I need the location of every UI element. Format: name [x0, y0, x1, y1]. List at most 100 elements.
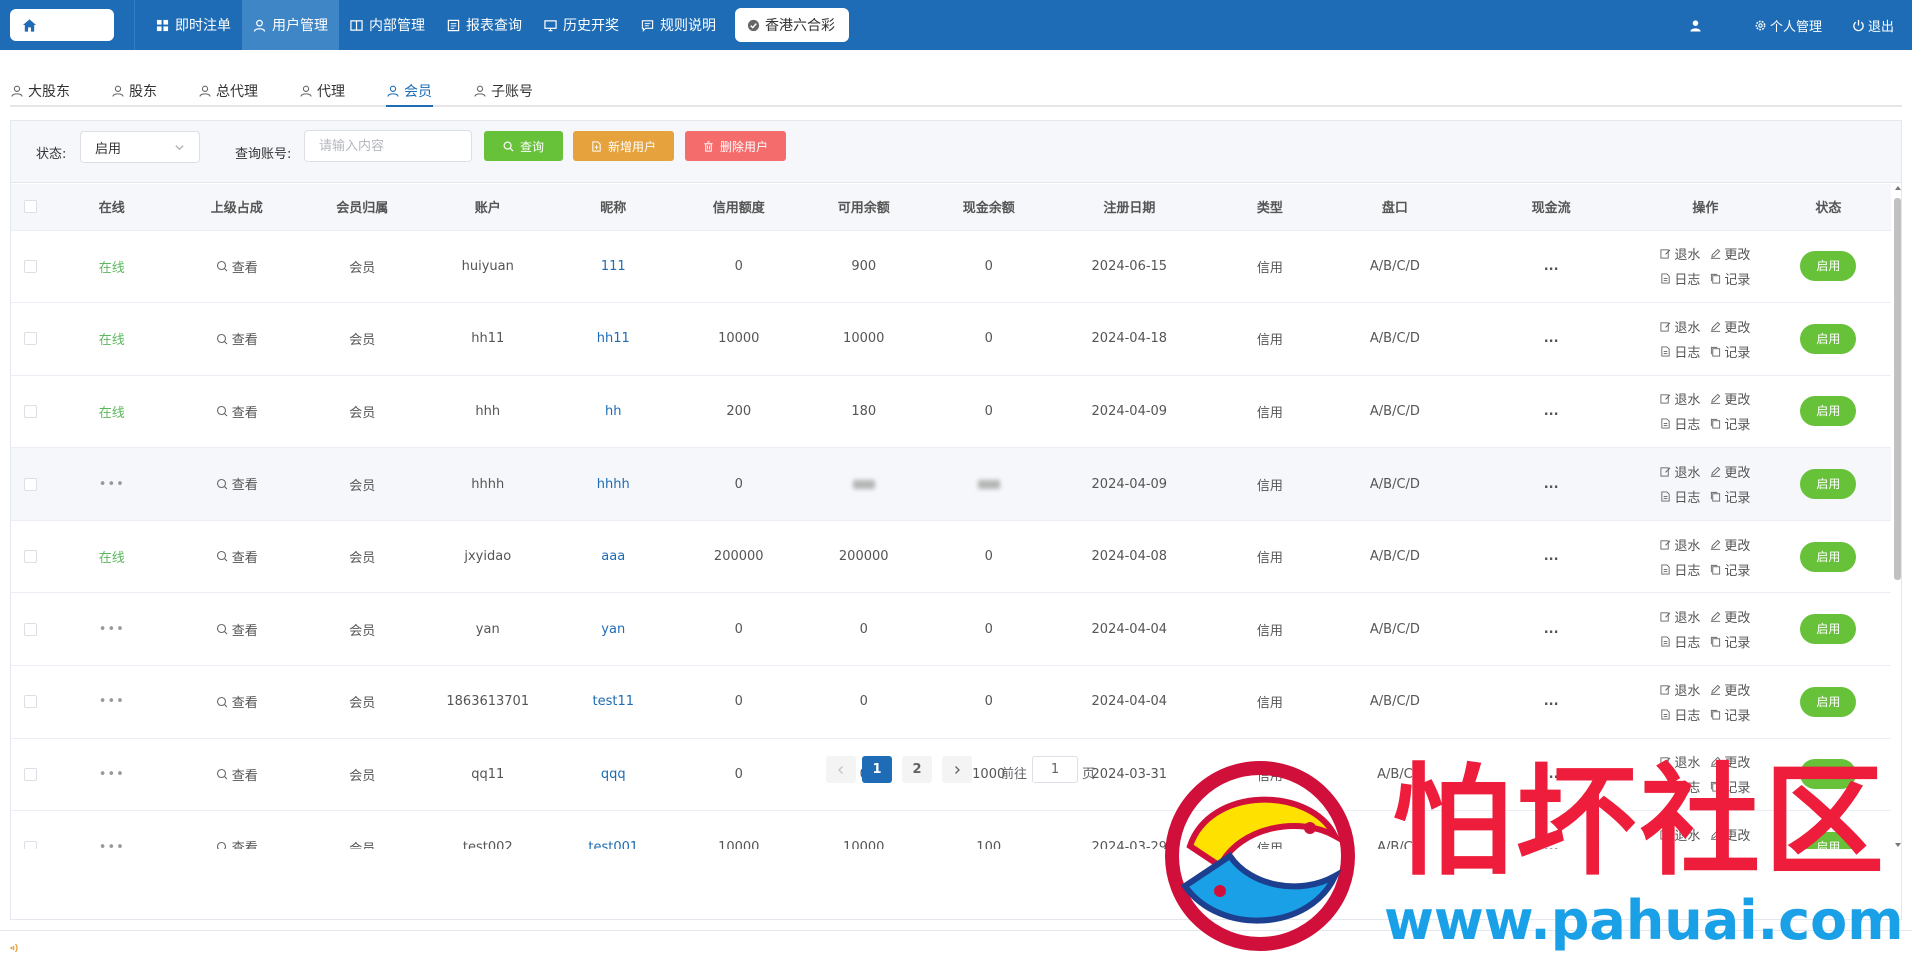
search-button[interactable]: 查询 [484, 131, 563, 161]
table-row[interactable]: 在线 查看 会员 hh11 hh11 10000 10000 0 2024-04-18 信用 A/B… [11, 302, 1891, 376]
record-action[interactable]: 记录 [1710, 414, 1750, 433]
cash-flow-more[interactable]: ... [1544, 477, 1559, 492]
view-share-link[interactable]: 查看 [216, 692, 258, 711]
row-checkbox[interactable] [23, 259, 37, 273]
select-all-checkbox[interactable] [23, 200, 37, 214]
nav-item-instant-orders[interactable]: 即时注单 [145, 0, 242, 50]
table-row[interactable]: ••• 查看 会员 hhhh hhhh 0 2024-04-09 信用 A/B/C/D... 退水… [11, 447, 1891, 521]
row-checkbox[interactable] [23, 550, 37, 564]
table-row[interactable]: ••• 查看 会员 yan yan 0 0 0 2024-04-04 信用 A/B/C/D... 退水… [11, 592, 1891, 667]
logout-link[interactable]: 退出 [1852, 16, 1894, 35]
nav-item-report-query[interactable]: 报表查询 [436, 0, 533, 50]
rebate-action[interactable]: 退水 [1660, 244, 1700, 263]
cash-flow-more[interactable]: ... [1544, 331, 1559, 346]
record-action[interactable]: 记录 [1710, 269, 1750, 288]
record-action[interactable]: 记录 [1710, 705, 1750, 724]
modify-action[interactable]: 更改 [1710, 607, 1750, 626]
modify-action[interactable]: 更改 [1710, 680, 1750, 699]
record-action[interactable]: 记录 [1710, 342, 1750, 361]
log-action[interactable]: 日志 [1660, 414, 1700, 433]
nav-item-history-draws[interactable]: 历史开奖 [533, 0, 630, 50]
nickname-link[interactable]: 111 [601, 259, 626, 274]
status-toggle-button[interactable]: 启用 [1800, 614, 1857, 645]
tab-shareholder[interactable]: 股东 [111, 76, 158, 105]
table-row[interactable]: 在线 查看 会员 hhh hh 200 180 0 2024-04-09 信用 A/B/C/D...… [11, 375, 1891, 449]
next-page-button[interactable] [942, 756, 972, 783]
nav-item-rules[interactable]: 规则说明 [630, 0, 727, 50]
rebate-action[interactable]: 退水 [1660, 607, 1700, 626]
row-checkbox[interactable] [23, 477, 37, 491]
modify-action[interactable]: 更改 [1710, 389, 1750, 408]
page-button[interactable]: 2 [902, 756, 932, 783]
tab-member[interactable]: 会员 [386, 76, 433, 107]
table-row[interactable]: 在线 查看 会员 jxyidao aaa 200000 200000 0 2024-04-08 信… [11, 520, 1891, 594]
nav-item-user-management[interactable]: 用户管理 [242, 0, 339, 50]
modify-action[interactable]: 更改 [1710, 317, 1750, 336]
status-select[interactable]: 启用 [80, 131, 200, 163]
row-checkbox[interactable] [23, 404, 37, 418]
status-toggle-button[interactable]: 启用 [1800, 396, 1857, 427]
row-checkbox[interactable] [23, 332, 37, 346]
cash-flow-more[interactable]: ... [1544, 259, 1559, 274]
personal-management-link[interactable]: 个人管理 [1754, 16, 1822, 35]
page-button[interactable]: 1 [862, 756, 892, 783]
add-user-button[interactable]: 新增用户 [573, 131, 674, 161]
view-share-link[interactable]: 查看 [216, 474, 258, 493]
row-checkbox[interactable] [23, 622, 37, 636]
log-action[interactable]: 日志 [1660, 342, 1700, 361]
modify-action[interactable]: 更改 [1710, 244, 1750, 263]
rebate-action[interactable]: 退水 [1660, 680, 1700, 699]
log-action[interactable]: 日志 [1660, 269, 1700, 288]
status-toggle-button[interactable]: 启用 [1800, 686, 1857, 717]
view-share-link[interactable]: 查看 [216, 329, 258, 348]
scroll-up-arrow[interactable] [1895, 186, 1901, 190]
rebate-action[interactable]: 退水 [1660, 389, 1700, 408]
log-action[interactable]: 日志 [1660, 487, 1700, 506]
cash-flow-more[interactable]: ... [1544, 694, 1559, 709]
tab-general-agent[interactable]: 总代理 [198, 76, 259, 105]
nickname-link[interactable]: hh [605, 404, 621, 419]
log-action[interactable]: 日志 [1660, 632, 1700, 651]
tab-agent[interactable]: 代理 [299, 76, 346, 105]
prev-page-button[interactable] [826, 756, 856, 783]
lottery-selector[interactable]: 香港六合彩 [735, 8, 849, 42]
home-button[interactable] [10, 9, 114, 41]
table-row[interactable]: ••• 查看 会员 1863613701 test11 0 0 0 2024-04-04 信用 A/… [11, 665, 1891, 739]
nickname-link[interactable]: aaa [601, 549, 625, 564]
record-action[interactable]: 记录 [1710, 487, 1750, 506]
view-share-link[interactable]: 查看 [216, 620, 258, 639]
status-toggle-button[interactable]: 启用 [1800, 541, 1857, 572]
rebate-action[interactable]: 退水 [1660, 317, 1700, 336]
cash-flow-more[interactable]: ... [1544, 549, 1559, 564]
log-action[interactable]: 日志 [1660, 705, 1700, 724]
row-checkbox[interactable] [23, 695, 37, 709]
avatar[interactable] [1689, 19, 1702, 32]
status-toggle-button[interactable]: 启用 [1800, 469, 1857, 500]
scrollbar-thumb[interactable] [1894, 198, 1901, 580]
rebate-action[interactable]: 退水 [1660, 535, 1700, 554]
account-search-input[interactable] [304, 130, 472, 162]
record-action[interactable]: 记录 [1710, 560, 1750, 579]
view-share-link[interactable]: 查看 [216, 837, 258, 849]
tab-sub-account[interactable]: 子账号 [473, 76, 534, 105]
view-share-link[interactable]: 查看 [216, 547, 258, 566]
table-row[interactable]: 在线 查看 会员 huiyuan 111 0 900 0 2024-06-15 信用 A/B/C/D… [11, 230, 1891, 304]
status-toggle-button[interactable]: 启用 [1800, 323, 1857, 354]
nickname-link[interactable]: test11 [592, 694, 634, 709]
goto-page-input[interactable] [1032, 756, 1078, 783]
tab-major-shareholder[interactable]: 大股东 [10, 76, 71, 105]
modify-action[interactable]: 更改 [1710, 462, 1750, 481]
nickname-link[interactable]: hh11 [597, 331, 630, 346]
record-action[interactable]: 记录 [1710, 632, 1750, 651]
nav-item-internal-management[interactable]: 内部管理 [339, 0, 436, 50]
modify-action[interactable]: 更改 [1710, 535, 1750, 554]
nickname-link[interactable]: yan [601, 622, 625, 637]
view-share-link[interactable]: 查看 [216, 257, 258, 276]
cash-flow-more[interactable]: ... [1544, 404, 1559, 419]
cash-flow-more[interactable]: ... [1544, 622, 1559, 637]
view-share-link[interactable]: 查看 [216, 402, 258, 421]
log-action[interactable]: 日志 [1660, 560, 1700, 579]
nickname-link[interactable]: hhhh [597, 477, 630, 492]
nickname-link[interactable]: test001 [588, 840, 638, 849]
row-checkbox[interactable] [23, 840, 37, 849]
